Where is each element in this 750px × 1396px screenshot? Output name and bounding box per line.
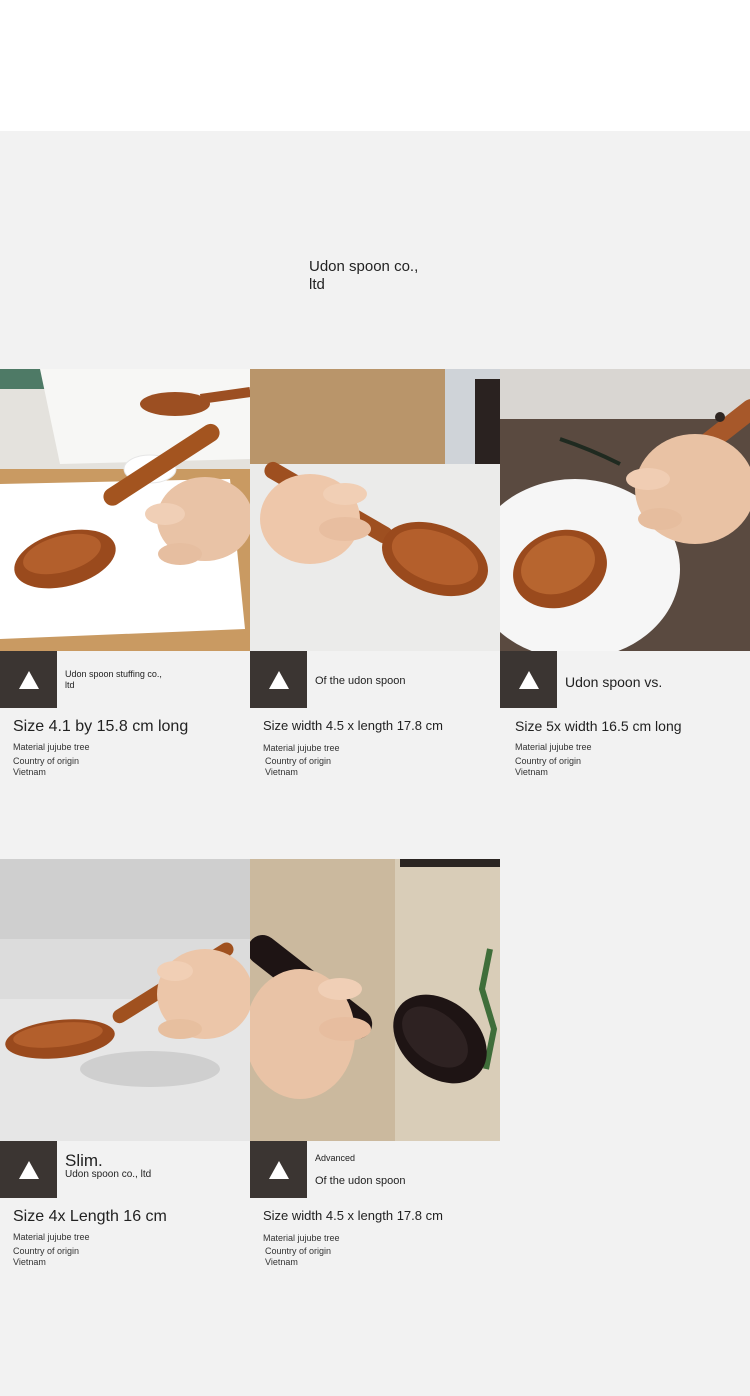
product-photo-5[interactable] <box>250 859 500 1141</box>
product-material-3: Material jujube tree <box>515 742 592 752</box>
triangle-icon <box>18 1160 39 1179</box>
badge-5 <box>250 1141 307 1198</box>
product-photo-2[interactable] <box>250 369 500 651</box>
product-name-2: Of the udon spoon <box>315 675 406 687</box>
origin-label: Country of origin <box>265 756 332 766</box>
triangle-icon <box>18 670 39 689</box>
product-material-2: Material jujube tree <box>263 743 340 753</box>
product-material-4: Material jujube tree <box>13 1232 90 1242</box>
origin-country: Vietnam <box>13 1257 46 1267</box>
top-banner <box>0 0 750 131</box>
product-origin-2: Country of origin Vietnam <box>265 756 355 778</box>
product-name-4: Udon spoon co., ltd <box>65 1169 152 1180</box>
product-photo-3[interactable] <box>500 369 750 651</box>
spoon-photo-2 <box>250 369 500 651</box>
badge-3 <box>500 651 557 708</box>
product-origin-3: Country of origin Vietnam <box>515 756 605 778</box>
triangle-icon <box>518 670 539 689</box>
origin-label: Country of origin <box>515 756 582 766</box>
product-name-1: Udon spoon stuffing co., ltd <box>65 669 162 690</box>
origin-label: Country of origin <box>265 1246 332 1256</box>
origin-label: Country of origin <box>13 1246 80 1256</box>
origin-country: Vietnam <box>265 767 298 777</box>
spoon-photo-4 <box>0 859 250 1141</box>
product-size-1: Size 4.1 by 15.8 cm long <box>13 718 189 735</box>
product-name-5-small: Advanced <box>315 1153 356 1163</box>
product-name-4-big: Slim. <box>65 1151 103 1170</box>
origin-country: Vietnam <box>515 767 548 777</box>
product-photo-4[interactable] <box>0 859 250 1141</box>
origin-label: Country of origin <box>13 756 80 766</box>
product-origin-5: Country of origin Vietnam <box>265 1246 355 1268</box>
triangle-icon <box>268 1160 289 1179</box>
product-size-4: Size 4x Length 16 cm <box>13 1208 167 1225</box>
product-size-3: Size 5x width 16.5 cm long <box>515 718 682 734</box>
product-name-5: Of the udon spoon <box>315 1175 406 1187</box>
origin-country: Vietnam <box>13 767 46 777</box>
product-name-3: Udon spoon vs. <box>565 674 663 690</box>
product-material-1: Material jujube tree <box>13 742 90 752</box>
product-photo-1[interactable] <box>0 369 250 651</box>
page-title: Udon spoon co., ltd <box>309 258 439 294</box>
page-title-line2: ltd <box>309 276 325 293</box>
triangle-icon <box>268 670 289 689</box>
badge-1 <box>0 651 57 708</box>
product-origin-4: Country of origin Vietnam <box>13 1246 103 1268</box>
origin-country: Vietnam <box>265 1257 298 1267</box>
product-origin-1: Country of origin Vietnam <box>13 756 103 778</box>
spoon-photo-3 <box>500 369 750 651</box>
spoon-photo-1 <box>0 369 250 651</box>
page-title-line1: Udon spoon co., <box>309 258 419 275</box>
product-material-5: Material jujube tree <box>263 1233 340 1243</box>
badge-4 <box>0 1141 57 1198</box>
product-size-5: Size width 4.5 x length 17.8 cm <box>263 1208 443 1223</box>
spoon-photo-5 <box>250 859 500 1141</box>
product-size-2: Size width 4.5 x length 17.8 cm <box>263 718 443 733</box>
badge-2 <box>250 651 307 708</box>
